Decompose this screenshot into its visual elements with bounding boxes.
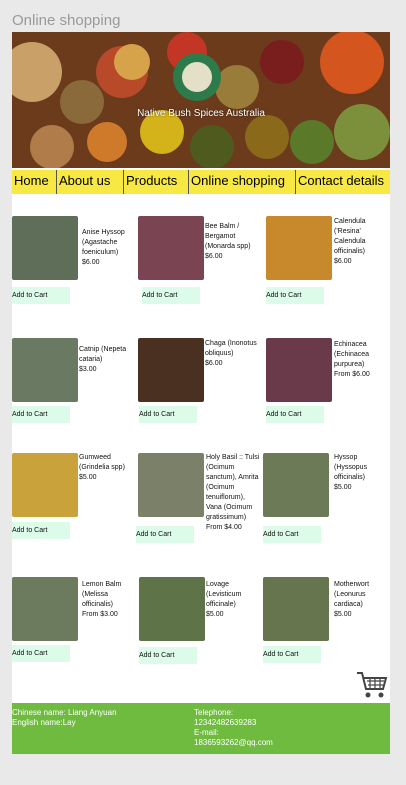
product-name[interactable]: Calendula ('Resina' Calendula officinali… bbox=[334, 217, 390, 257]
add-to-cart-button[interactable]: Add to Cart bbox=[263, 526, 321, 543]
product-image[interactable] bbox=[138, 338, 204, 402]
hero-banner: Native Bush Spices Australia bbox=[12, 32, 390, 168]
add-to-cart-button[interactable]: Add to Cart bbox=[12, 645, 70, 662]
product-price: $6.00 bbox=[205, 253, 223, 260]
product-price: From $4.00 bbox=[206, 524, 242, 531]
shopping-cart-icon[interactable] bbox=[356, 670, 388, 705]
product-name[interactable]: Chaga (Inonotus obliquus) bbox=[205, 339, 263, 359]
product-name[interactable]: Catnip (Nepeta cataria) bbox=[79, 345, 135, 365]
product-name[interactable]: Motherwort (Leonurus cardiaca) bbox=[334, 580, 390, 610]
product-price: From $3.00 bbox=[82, 611, 118, 618]
add-to-cart-button[interactable]: Add to Cart bbox=[266, 406, 324, 423]
product-image[interactable] bbox=[138, 216, 204, 280]
page-title: Online shopping bbox=[12, 12, 121, 29]
product-price: $3.00 bbox=[79, 366, 97, 373]
product-image[interactable] bbox=[263, 577, 329, 641]
telephone-number: 12342482639283 bbox=[194, 718, 257, 727]
product-name[interactable]: Holy Basil :: Tulsi (Ocimum sanctum), Am… bbox=[206, 453, 262, 523]
nav-online-shopping[interactable]: Online shopping bbox=[189, 170, 296, 194]
product-name[interactable]: Anise Hyssop (Agastache foeniculum) bbox=[82, 228, 132, 258]
product-image[interactable] bbox=[12, 216, 78, 280]
add-to-cart-button[interactable]: Add to Cart bbox=[12, 522, 70, 539]
email-label: E-mail: bbox=[194, 728, 219, 737]
product-price: $5.00 bbox=[206, 611, 224, 618]
banner-caption: Native Bush Spices Australia bbox=[137, 108, 265, 119]
product-image[interactable] bbox=[12, 338, 78, 402]
product-image[interactable] bbox=[12, 577, 78, 641]
product-name[interactable]: Lovage (Levisticum officinale) bbox=[206, 580, 264, 610]
nav-home[interactable]: Home bbox=[12, 170, 57, 194]
telephone-label: Telephone: bbox=[194, 708, 234, 717]
add-to-cart-button[interactable]: Add to Cart bbox=[139, 406, 197, 423]
add-to-cart-button[interactable]: Add to Cart bbox=[136, 526, 194, 543]
footer-names: Chinese name: Liang Anyuan English name:… bbox=[12, 708, 117, 728]
product-price: $5.00 bbox=[79, 474, 97, 481]
product-image[interactable] bbox=[263, 453, 329, 517]
product-image[interactable] bbox=[138, 453, 204, 517]
product-price: From $6.00 bbox=[334, 371, 370, 378]
product-image[interactable] bbox=[266, 216, 332, 280]
nav-products[interactable]: Products bbox=[124, 170, 189, 194]
product-price: $6.00 bbox=[82, 259, 100, 266]
product-price: $6.00 bbox=[205, 360, 223, 367]
product-image[interactable] bbox=[139, 577, 205, 641]
add-to-cart-button[interactable]: Add to Cart bbox=[142, 287, 200, 304]
product-price: $5.00 bbox=[334, 611, 352, 618]
footer-contacts: Telephone: 12342482639283 E-mail: 183659… bbox=[194, 708, 273, 748]
nav-contact-details[interactable]: Contact details bbox=[296, 170, 390, 194]
main-nav: Home About us Products Online shopping C… bbox=[12, 170, 390, 194]
product-name[interactable]: Bee Balm / Bergamot (Monarda spp) bbox=[205, 222, 263, 252]
product-name[interactable]: Gumweed (Grindelia spp) bbox=[79, 453, 135, 473]
english-name: English name:Lay bbox=[12, 718, 76, 727]
site-footer: Chinese name: Liang Anyuan English name:… bbox=[12, 703, 390, 754]
product-price: $6.00 bbox=[334, 258, 352, 265]
add-to-cart-button[interactable]: Add to Cart bbox=[12, 287, 70, 304]
add-to-cart-button[interactable]: Add to Cart bbox=[266, 287, 324, 304]
product-name[interactable]: Lemon Balm (Melissa officinalis) bbox=[82, 580, 136, 610]
product-image[interactable] bbox=[266, 338, 332, 402]
product-name[interactable]: Echinacea (Echinacea purpurea) bbox=[334, 340, 390, 370]
chinese-name: Chinese name: Liang Anyuan bbox=[12, 708, 117, 717]
spices-banner-image bbox=[12, 32, 390, 168]
product-price: $5.00 bbox=[334, 484, 352, 491]
add-to-cart-button[interactable]: Add to Cart bbox=[263, 646, 321, 663]
email-address: 1836593262@qq.com bbox=[194, 738, 273, 747]
nav-about-us[interactable]: About us bbox=[57, 170, 124, 194]
add-to-cart-button[interactable]: Add to Cart bbox=[12, 406, 70, 423]
product-name[interactable]: Hyssop (Hyssopus officinalis) bbox=[334, 453, 388, 483]
product-image[interactable] bbox=[12, 453, 78, 517]
add-to-cart-button[interactable]: Add to Cart bbox=[139, 647, 197, 664]
